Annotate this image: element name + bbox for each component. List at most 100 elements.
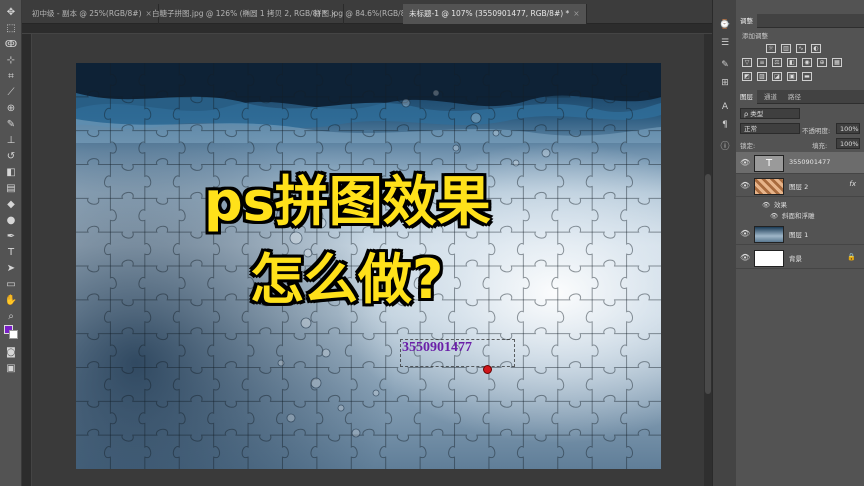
headline-line-1: ps拼图效果 — [204, 170, 491, 233]
color-lookup-icon[interactable]: ▦ — [832, 58, 842, 67]
quick-select-tool-icon[interactable]: ⊹ — [3, 54, 19, 68]
canvas-area[interactable]: ps拼图效果 怎么做? 3550901477 — [32, 34, 712, 486]
lock-label: 锁定: — [740, 142, 756, 150]
gradient-map-icon[interactable]: ▬ — [802, 72, 812, 81]
properties-icon[interactable]: ☰ — [718, 36, 732, 50]
threshold-icon[interactable]: ◪ — [772, 72, 782, 81]
pen-tool-icon[interactable]: ✒ — [3, 230, 19, 244]
photo-filter-icon[interactable]: ◉ — [802, 58, 812, 67]
tab-document-1[interactable]: 初中级 - 副本 @ 25%(RGB/8#) × — [26, 4, 159, 24]
tab-label: 白糖子拼图.jpg @ 126% (椭圆 1 拷贝 2, RGB/8) * — [152, 9, 327, 18]
bevel-emboss-row[interactable]: 👁 斜面和浮雕 — [736, 210, 864, 222]
fill-input[interactable]: 100% — [836, 138, 860, 149]
tab-channels[interactable]: 通道 — [760, 90, 781, 104]
brush-presets-icon[interactable]: ✎ — [718, 58, 732, 72]
tab-paths[interactable]: 路径 — [784, 90, 805, 104]
levels-icon[interactable]: ▥ — [781, 44, 791, 53]
eyedropper-tool-icon[interactable]: ⟋ — [3, 86, 19, 100]
add-adjustment-label: 添加调整 — [742, 32, 768, 40]
photoshop-window: ✥ ⬚ ↂ ⊹ ⌗ ⟋ ⊕ ✎ ⊥ ↺ ◧ ▤ ◆ ● ✒ T ➤ ▭ ✋ ⌕ … — [0, 0, 864, 486]
headline-line-2: 怎么做? — [250, 248, 444, 311]
move-tool-icon[interactable]: ✥ — [3, 6, 19, 20]
layer-row-text[interactable]: 👁 T 3550901477 — [736, 152, 864, 174]
vibrance-icon[interactable]: ▽ — [742, 58, 752, 67]
brush-tool-icon[interactable]: ✎ — [3, 118, 19, 132]
blur-tool-icon[interactable]: ◆ — [3, 198, 19, 212]
visibility-eye-icon[interactable]: 👁 — [740, 229, 750, 238]
character-icon[interactable]: A — [718, 100, 732, 114]
tab-label: 初中级 - 副本 @ 25%(RGB/8#) — [32, 9, 142, 18]
vertical-scrollbar[interactable] — [704, 34, 712, 486]
clone-source-icon[interactable]: ⊞ — [718, 76, 732, 90]
tab-document-active[interactable]: 未标题-1 @ 107% (3550901477, RGB/8#) * × — [403, 4, 587, 24]
history-icon[interactable]: ⌚ — [718, 18, 732, 32]
tab-layers[interactable]: 图层 — [736, 90, 757, 104]
scrollbar-thumb[interactable] — [705, 174, 711, 394]
opacity-label: 不透明度: — [802, 127, 831, 135]
right-panels: 调整 添加调整 ☼ ▥ ∿ ◐ ▽ ≡ ⚖ ◧ ◉ ⊕ ▦ ◩ ▨ ◪ ▣ ▬ … — [736, 0, 864, 486]
opacity-input[interactable]: 100% — [836, 123, 860, 134]
marquee-tool-icon[interactable]: ⬚ — [3, 22, 19, 36]
panel-icon-strip: ⌚ ☰ ✎ ⊞ A ¶ ⓘ — [712, 0, 736, 486]
crop-tool-icon[interactable]: ⌗ — [3, 70, 19, 84]
tab-label: 未标题-1 @ 107% (3550901477, RGB/8#) * — [409, 9, 570, 18]
visibility-eye-icon[interactable]: 👁 — [740, 181, 750, 190]
number-text-layer[interactable]: 3550901477 — [402, 340, 472, 356]
curves-icon[interactable]: ∿ — [796, 44, 806, 53]
image-layer-thumbnail — [754, 226, 784, 243]
vertical-ruler[interactable] — [22, 34, 32, 486]
clone-stamp-tool-icon[interactable]: ⊥ — [3, 134, 19, 148]
shape-tool-icon[interactable]: ▭ — [3, 278, 19, 292]
color-balance-icon[interactable]: ⚖ — [772, 58, 782, 67]
selective-color-icon[interactable]: ▣ — [787, 72, 797, 81]
visibility-eye-icon[interactable]: 👁 — [740, 253, 750, 262]
document-canvas[interactable]: ps拼图效果 怎么做? 3550901477 — [76, 63, 661, 469]
background-layer-thumbnail — [754, 250, 784, 267]
visibility-eye-icon[interactable]: 👁 — [770, 210, 778, 222]
visibility-eye-icon[interactable]: 👁 — [740, 158, 750, 167]
layer-row-image[interactable]: 👁 图层 1 — [736, 223, 864, 245]
exposure-icon[interactable]: ◐ — [811, 44, 821, 53]
hue-saturation-icon[interactable]: ≡ — [757, 58, 767, 67]
path-select-tool-icon[interactable]: ➤ — [3, 262, 19, 276]
text-layer-thumbnail: T — [754, 155, 784, 172]
paragraph-icon[interactable]: ¶ — [718, 118, 732, 132]
horizontal-ruler[interactable] — [22, 24, 712, 34]
hand-tool-icon[interactable]: ✋ — [3, 294, 19, 308]
healing-brush-tool-icon[interactable]: ⊕ — [3, 102, 19, 116]
close-icon[interactable]: × — [573, 9, 579, 18]
pattern-layer-thumbnail — [754, 178, 784, 195]
info-icon[interactable]: ⓘ — [718, 140, 732, 154]
cursor-marker — [483, 365, 492, 374]
dodge-tool-icon[interactable]: ● — [3, 214, 19, 228]
layers-panel-tabs: 图层 通道 路径 — [736, 90, 864, 104]
tab-adjustments[interactable]: 调整 — [736, 14, 757, 28]
lasso-tool-icon[interactable]: ↂ — [3, 38, 19, 52]
effects-badge[interactable]: fx — [849, 180, 856, 188]
brightness-icon[interactable]: ☼ — [766, 44, 776, 53]
layer-name: 3550901477 — [789, 158, 831, 166]
document-tab-bar: 初中级 - 副本 @ 25%(RGB/8#) × 白糖子拼图.jpg @ 126%… — [22, 0, 712, 24]
layer-row-background[interactable]: 👁 背景 🔒 — [736, 247, 864, 269]
layer-kind-filter[interactable]: ρ 类型 — [740, 108, 800, 119]
layer-name: 背景 — [789, 255, 802, 263]
eraser-tool-icon[interactable]: ◧ — [3, 166, 19, 180]
channel-mixer-icon[interactable]: ⊕ — [817, 58, 827, 67]
gradient-tool-icon[interactable]: ▤ — [3, 182, 19, 196]
blend-mode-select[interactable]: 正常 — [740, 123, 800, 134]
type-tool-icon[interactable]: T — [3, 246, 19, 260]
lock-icon: 🔒 — [847, 253, 856, 261]
layer-name: 图层 2 — [789, 183, 809, 191]
invert-icon[interactable]: ◩ — [742, 72, 752, 81]
black-white-icon[interactable]: ◧ — [787, 58, 797, 67]
zoom-tool-icon[interactable]: ⌕ — [3, 310, 19, 324]
layer-row-pattern[interactable]: 👁 图层 2 fx — [736, 175, 864, 197]
background-color-swatch[interactable] — [9, 330, 18, 339]
adjustments-panel-tabs: 调整 — [736, 14, 864, 28]
tools-panel: ✥ ⬚ ↂ ⊹ ⌗ ⟋ ⊕ ✎ ⊥ ↺ ◧ ▤ ◆ ● ✒ T ➤ ▭ ✋ ⌕ … — [0, 0, 22, 486]
history-brush-tool-icon[interactable]: ↺ — [3, 150, 19, 164]
quick-mask-icon[interactable]: ◙ — [3, 346, 19, 360]
tab-label: 拼图.jpg @ 84.6%(RGB/8) — [314, 9, 409, 18]
posterize-icon[interactable]: ▨ — [757, 72, 767, 81]
screen-mode-icon[interactable]: ▣ — [3, 362, 19, 376]
